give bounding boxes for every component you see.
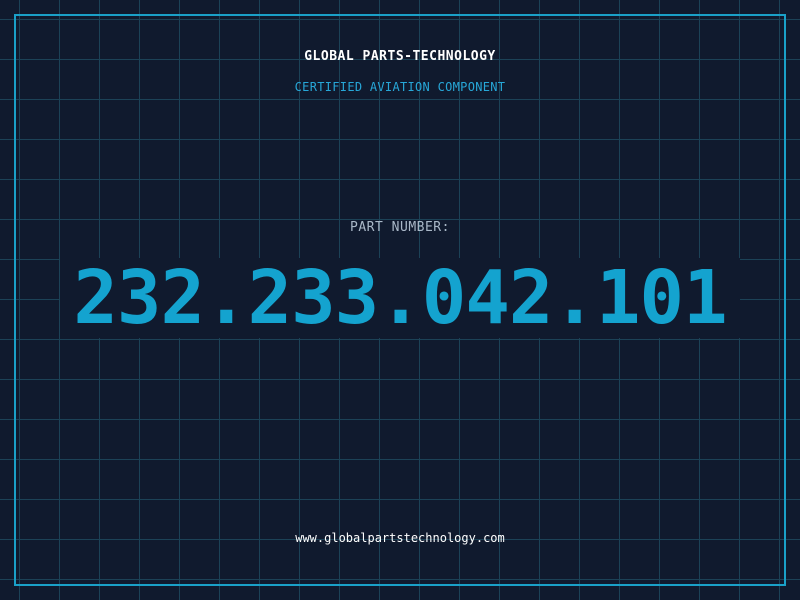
part-number-label: PART NUMBER: bbox=[350, 220, 450, 235]
website-url: www.globalpartstechnology.com bbox=[295, 531, 505, 545]
certification-subtitle: CERTIFIED AVIATION COMPONENT bbox=[294, 80, 506, 94]
part-label-card: GLOBAL PARTS-TECHNOLOGY CERTIFIED AVIATI… bbox=[0, 0, 800, 600]
company-name: GLOBAL PARTS-TECHNOLOGY bbox=[304, 49, 496, 64]
part-number-value: 232.233.042.101 bbox=[73, 255, 727, 341]
